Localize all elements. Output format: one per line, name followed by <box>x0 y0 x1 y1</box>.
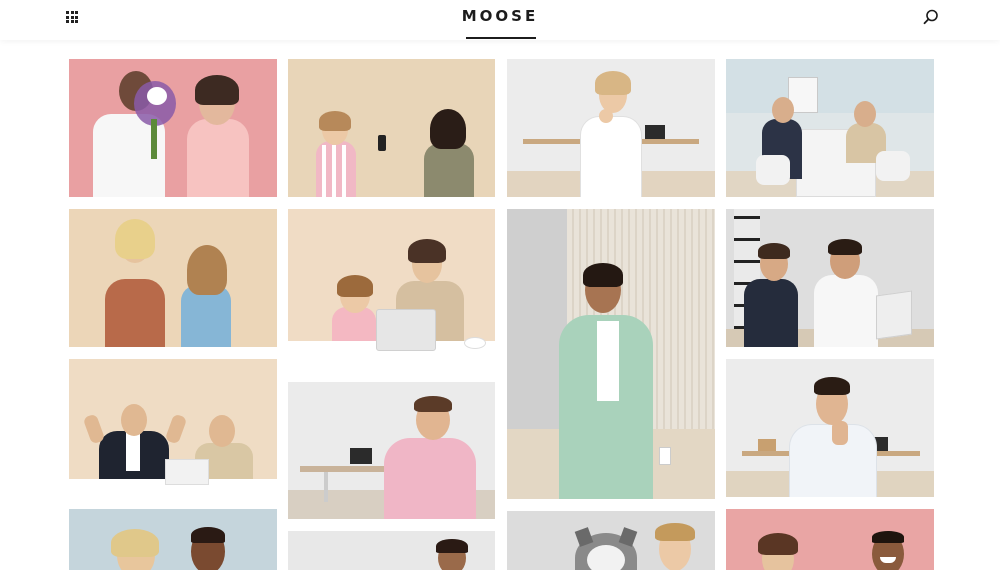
photo-girl-laptop[interactable] <box>288 209 495 370</box>
photo-gallery <box>0 0 1000 570</box>
photo-office-meeting[interactable] <box>726 59 934 197</box>
photo-business-shrug[interactable] <box>69 359 277 497</box>
photo-couple-pink[interactable] <box>726 509 934 570</box>
grid-menu-icon[interactable] <box>66 11 78 23</box>
photo-woman-mint-suit[interactable] <box>507 209 715 499</box>
photo-couple-facepalm[interactable] <box>69 509 277 570</box>
photo-women-laughing[interactable] <box>69 209 277 347</box>
site-logo[interactable]: MOOSE <box>450 7 550 25</box>
photo-girl-husky[interactable] <box>507 511 715 570</box>
photo-girl-selfie[interactable] <box>288 59 495 197</box>
photo-man-pink-robe[interactable] <box>288 382 495 519</box>
search-icon[interactable] <box>922 8 940 26</box>
photo-couple-flowers[interactable] <box>69 59 277 197</box>
photo-man-thinking[interactable] <box>726 359 934 497</box>
photo-men-laptop-office[interactable] <box>726 209 934 347</box>
site-header: MOOSE <box>0 0 1000 40</box>
photo-man-partial[interactable] <box>288 531 495 570</box>
logo-underline <box>466 37 536 39</box>
photo-woman-punch[interactable] <box>507 59 715 197</box>
